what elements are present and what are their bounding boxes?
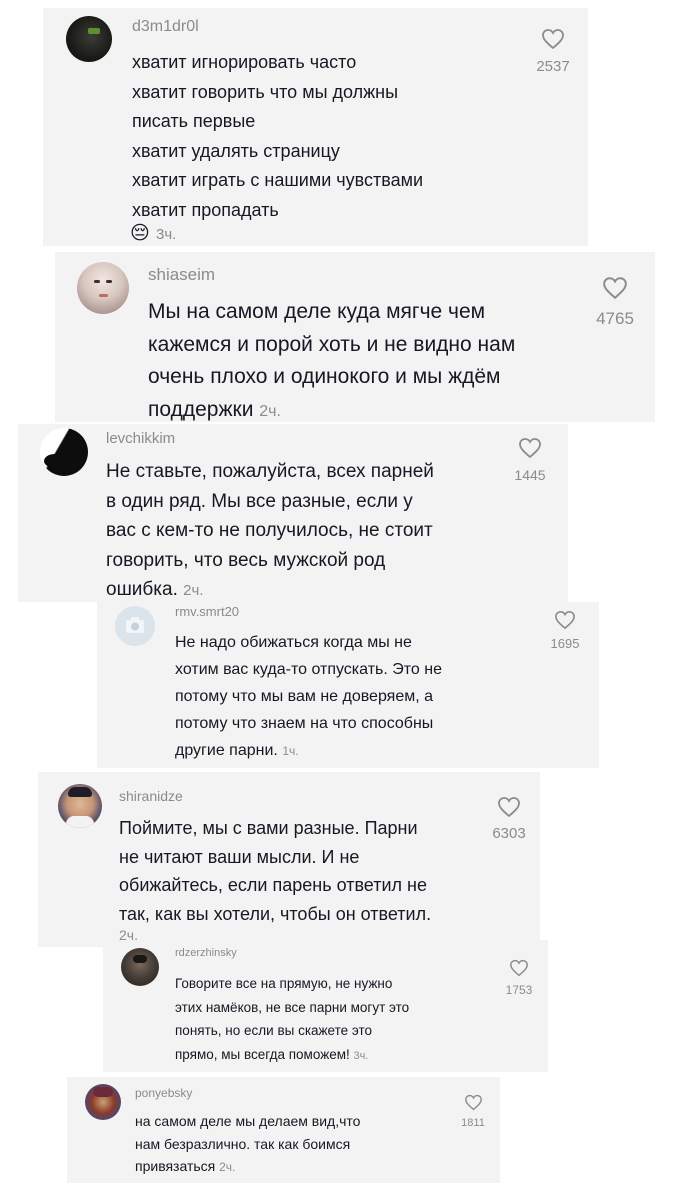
comment-line: потому что мы вам не доверяем, а [175,688,434,705]
heart-icon [498,797,520,818]
comment-time: 3ч. [155,226,177,243]
like-button[interactable]: 2537 [523,28,583,75]
comment-line: хотим вас куда-то отпускать. Это не [175,661,442,678]
comment-card: ponyebsky на самом деле мы делаем вид,чт… [67,1077,500,1183]
like-button[interactable]: 6303 [482,796,536,842]
comment-line: очень плохо и одинокого и мы ждём [148,365,501,388]
comment-line: нам безразлично. так как боимся [135,1135,351,1152]
comment-text: Не ставьте, пожалуйста, всех парней в од… [106,457,434,606]
comment-line: писать первые [132,111,256,131]
comment-line: так, как вы хотели, чтобы он ответил. [119,903,432,924]
avatar[interactable] [115,606,155,646]
comment-text: Мы на самом деле куда мягче чем кажемся … [148,296,515,428]
like-count: 6303 [492,825,526,842]
comment-text: Говорите все на прямую, не нужно этих на… [175,972,409,1068]
comment-line: Поймите, мы с вами разные. Парни [119,818,418,838]
comment-line: в один ряд. Мы все разные, если у [106,490,413,512]
comment-text: на самом деле мы делаем вид,что нам безр… [135,1110,360,1179]
comment-username[interactable]: shiranidze [119,788,183,804]
like-button[interactable]: 1445 [501,437,559,483]
comment-username[interactable]: shiaseim [148,265,215,285]
comment-line: на самом деле мы делаем вид,что [135,1113,361,1129]
comment-text: Поймите, мы с вами разные. Парни не чита… [119,814,431,928]
comment-line: ошибка. 2ч. [106,579,204,600]
comment-time: 3ч. [353,1049,369,1062]
comment-username[interactable]: rdzerzhinsky [175,947,237,959]
comment-time: 2ч. [183,582,204,599]
comment-username[interactable]: d3m1dr0l [132,18,199,36]
comment-line: говорить, что весь мужской род [106,549,386,571]
like-count: 2537 [536,58,570,75]
pensive-face-emoji: 😔 [130,223,150,244]
comment-line: другие парни. 1ч. [175,742,299,759]
comment-username[interactable]: ponyebsky [135,1086,192,1100]
comment-line: потому что знаем на что способны [175,715,434,732]
comment-text: Не надо обижаться когда мы не хотим вас … [175,629,442,765]
comment-line: Не надо обижаться когда мы не [175,634,412,651]
comment-line: прямо, мы всегда поможем! 3ч. [175,1046,369,1062]
comment-line: этих намёков, не все парни могут это [175,999,410,1015]
avatar[interactable] [85,1084,121,1120]
comment-card: shiranidze Поймите, мы с вами разные. Па… [38,772,540,947]
heart-icon [464,1094,482,1111]
like-button[interactable]: 1811 [452,1094,494,1129]
comment-line: хватит пропадать [132,199,279,220]
like-button[interactable]: 1753 [497,959,541,997]
like-button[interactable]: 4765 [583,276,647,329]
avatar[interactable] [58,784,102,828]
comment-line: понять, но если вы скажете это [175,1023,373,1038]
comment-meta: 😔 3ч. [130,222,176,245]
comment-line: Не ставьте, пожалуйста, всех парней [106,461,434,482]
comment-card: levchikkim Не ставьте, пожалуйста, всех … [18,424,568,602]
comment-username[interactable]: rmv.smrt20 [175,604,239,619]
like-count: 4765 [596,309,634,328]
comment-line: привязаться 2ч. [135,1158,236,1174]
avatar[interactable] [121,948,159,986]
comment-time: 2ч. [219,1160,236,1174]
camera-placeholder-icon [126,617,144,633]
like-button[interactable]: 1695 [539,610,591,651]
like-count: 1753 [505,983,533,997]
comment-line: кажемся и порой хоть и не видно нам [148,332,516,356]
comment-card: rdzerzhinsky Говорите все на прямую, не … [103,940,548,1072]
comment-line: Говорите все на прямую, не нужно [175,976,393,991]
comment-line: Мы на самом деле куда мягче чем [148,300,486,323]
comment-line: хватит говорить что мы должны [132,81,399,102]
comment-line: хватит игнорировать часто [132,52,357,72]
avatar[interactable] [77,262,129,314]
like-count: 1445 [514,467,546,483]
comment-card: rmv.smrt20 Не надо обижаться когда мы не… [97,602,599,768]
heart-icon [555,610,575,630]
comment-card: shiaseim Мы на самом деле куда мягче чем… [55,252,655,422]
comment-text: хватит игнорировать часто хватит говорит… [132,48,423,225]
comment-card: d3m1dr0l хватит игнорировать часто хвати… [43,8,588,246]
heart-icon [603,277,627,300]
comment-line: поддержки 2ч. [148,397,281,421]
comment-line: вас с кем-то не получилось, не стоит [106,520,433,541]
comment-line: не читают ваши мысли. И не [119,846,360,867]
comment-line: обижайтесь, если парень ответил не [119,875,427,895]
heart-icon [510,959,528,977]
comment-time: 1ч. [282,744,299,758]
heart-icon [542,29,564,50]
comment-line: хватит играть с нашими чувствами [132,170,424,190]
like-count: 1695 [550,636,580,651]
comment-line: хватит удалять страницу [132,140,340,161]
avatar[interactable] [40,428,88,476]
comment-time: 2ч. [259,402,281,420]
avatar[interactable] [66,16,112,62]
like-count: 1811 [461,1117,485,1129]
comment-username[interactable]: levchikkim [106,430,175,447]
heart-icon [519,438,541,459]
